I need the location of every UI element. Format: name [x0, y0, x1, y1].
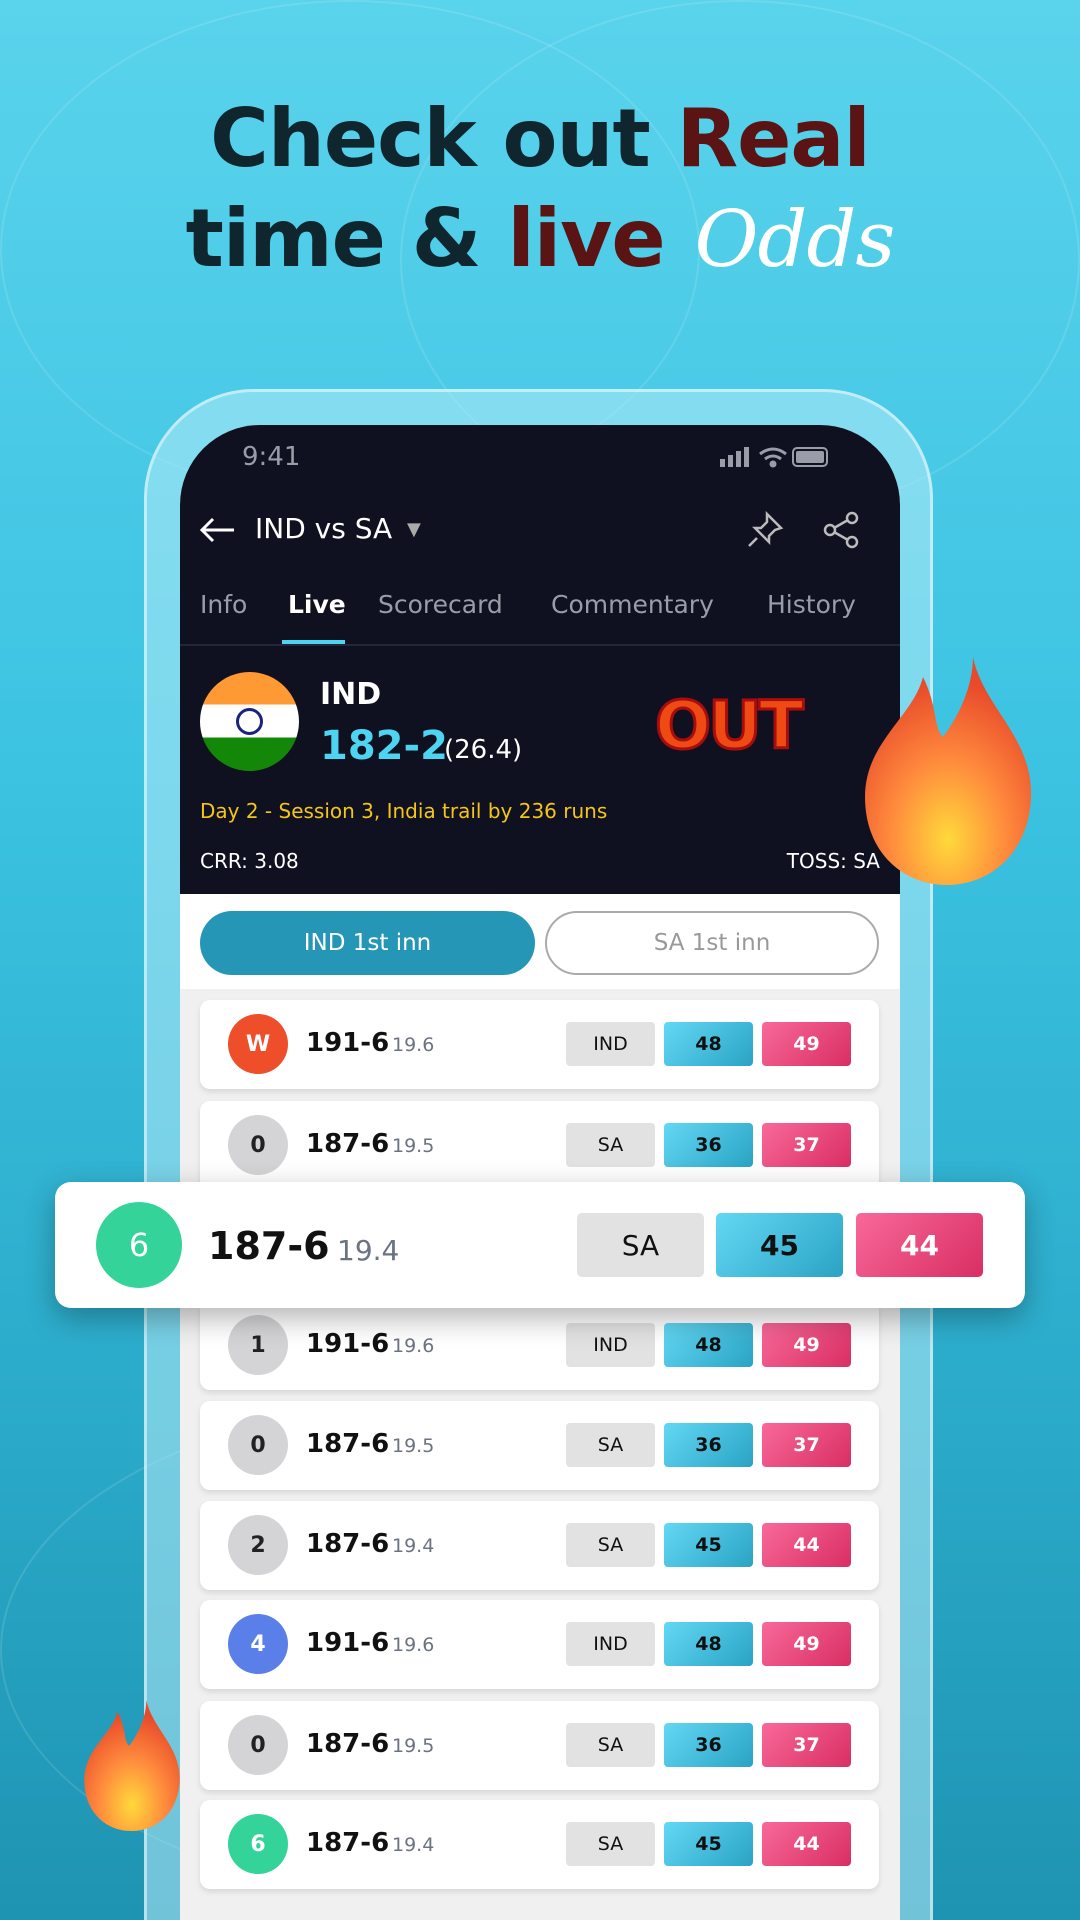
row-over: 19.6 — [392, 1335, 435, 1357]
lay-odds-button[interactable]: 44 — [762, 1523, 851, 1567]
ball-row[interactable]: 1 191-6 19.6 IND 48 49 — [200, 1301, 879, 1390]
row-over: 19.4 — [392, 1535, 435, 1557]
ball-row[interactable]: 4 191-6 19.6 IND 48 49 — [200, 1600, 879, 1689]
row-over: 19.6 — [392, 1034, 435, 1056]
row-over: 19.4 — [392, 1834, 435, 1856]
match-status: Day 2 - Session 3, India trail by 236 ru… — [200, 799, 608, 823]
row-team: SA — [577, 1213, 704, 1277]
row-over: 19.5 — [392, 1735, 435, 1757]
wifi-icon — [759, 447, 787, 468]
headline-text: time & — [185, 192, 508, 285]
team-overs: (26.4) — [444, 735, 523, 765]
headline-text: live — [507, 192, 665, 285]
ball-row[interactable]: 2 187-6 19.4 SA 45 44 — [200, 1501, 879, 1590]
ball-result-badge: 6 — [228, 1814, 288, 1874]
tab-live[interactable]: Live — [288, 590, 346, 619]
back-odds-button[interactable]: 48 — [664, 1622, 753, 1666]
ball-result-badge: 4 — [228, 1614, 288, 1674]
row-team: SA — [566, 1123, 655, 1167]
row-team: IND — [566, 1323, 655, 1367]
back-odds-button[interactable]: 36 — [664, 1123, 753, 1167]
phone-screen: 9:41 IND vs SA ▼ Info Live Scorecard Com… — [180, 425, 900, 1920]
headline-line2: time & live Odds — [0, 192, 1080, 285]
pin-icon[interactable] — [745, 510, 785, 550]
flame-icon — [865, 657, 1032, 885]
row-score: 191-6 — [306, 1628, 390, 1658]
ball-result-badge: 1 — [228, 1315, 288, 1375]
back-odds-button[interactable]: 45 — [664, 1822, 753, 1866]
row-over: 19.5 — [392, 1435, 435, 1457]
row-team: SA — [566, 1423, 655, 1467]
back-odds-button[interactable]: 36 — [664, 1423, 753, 1467]
tab-info[interactable]: Info — [200, 590, 247, 619]
row-team: IND — [566, 1022, 655, 1066]
back-odds-button[interactable]: 48 — [664, 1323, 753, 1367]
row-score: 187-6 — [208, 1224, 330, 1268]
back-odds-button[interactable]: 36 — [664, 1723, 753, 1767]
lay-odds-button[interactable]: 49 — [762, 1323, 851, 1367]
headline-text: Real — [676, 92, 871, 185]
highlighted-ball-row[interactable]: 6 187-6 19.4 SA 45 44 — [55, 1182, 1025, 1308]
status-icons — [720, 447, 828, 468]
row-team: SA — [566, 1822, 655, 1866]
back-odds-button[interactable]: 45 — [716, 1213, 843, 1277]
row-over: 19.4 — [337, 1234, 400, 1267]
lay-odds-button[interactable]: 44 — [762, 1822, 851, 1866]
out-badge: OUT — [654, 686, 806, 766]
status-time: 9:41 — [242, 442, 301, 472]
row-score: 187-6 — [306, 1129, 390, 1159]
match-title[interactable]: IND vs SA — [255, 512, 392, 545]
dropdown-caret-icon[interactable]: ▼ — [407, 519, 421, 540]
match-header: 9:41 IND vs SA ▼ Info Live Scorecard Com… — [180, 425, 900, 894]
row-over: 19.6 — [392, 1634, 435, 1656]
row-score: 187-6 — [306, 1429, 390, 1459]
ball-result-badge: 6 — [96, 1202, 182, 1288]
back-odds-button[interactable]: 48 — [664, 1022, 753, 1066]
innings-tab-ind[interactable]: IND 1st inn — [200, 911, 535, 975]
row-team: SA — [566, 1523, 655, 1567]
row-score: 187-6 — [306, 1529, 390, 1559]
tab-commentary[interactable]: Commentary — [551, 590, 714, 619]
battery-icon — [792, 447, 828, 467]
ball-result-badge: 0 — [228, 1415, 288, 1475]
tab-scorecard[interactable]: Scorecard — [378, 590, 503, 619]
ball-result-badge: W — [228, 1014, 288, 1074]
ball-row[interactable]: 6 187-6 19.4 SA 45 44 — [200, 1800, 879, 1889]
lay-odds-button[interactable]: 37 — [762, 1123, 851, 1167]
ball-row[interactable]: 0 187-6 19.5 SA 36 37 — [200, 1701, 879, 1790]
lay-odds-button[interactable]: 37 — [762, 1423, 851, 1467]
row-team: IND — [566, 1622, 655, 1666]
ball-row[interactable]: 0 187-6 19.5 SA 36 37 — [200, 1101, 879, 1190]
tab-history[interactable]: History — [767, 590, 856, 619]
back-odds-button[interactable]: 45 — [664, 1523, 753, 1567]
innings-tab-sa[interactable]: SA 1st inn — [545, 911, 879, 975]
headline-line1: Check out Real — [0, 92, 1080, 185]
row-score: 191-6 — [306, 1028, 390, 1058]
ball-result-badge: 2 — [228, 1515, 288, 1575]
row-score: 187-6 — [306, 1828, 390, 1858]
ball-row[interactable]: W 191-6 19.6 IND 48 49 — [200, 1000, 879, 1089]
lay-odds-button[interactable]: 37 — [762, 1723, 851, 1767]
ball-result-badge: 0 — [228, 1115, 288, 1175]
ball-result-badge: 0 — [228, 1715, 288, 1775]
lay-odds-button[interactable]: 49 — [762, 1022, 851, 1066]
signal-icon — [720, 447, 749, 467]
lay-odds-button[interactable]: 49 — [762, 1622, 851, 1666]
tab-divider — [180, 644, 900, 646]
headline-script: Odds — [694, 195, 896, 285]
row-team: SA — [566, 1723, 655, 1767]
ball-row[interactable]: 0 187-6 19.5 SA 36 37 — [200, 1401, 879, 1490]
flame-icon — [84, 1700, 180, 1831]
lay-odds-button[interactable]: 44 — [856, 1213, 983, 1277]
share-icon[interactable] — [822, 510, 862, 550]
headline-text: Check out — [210, 92, 677, 185]
row-score: 187-6 — [306, 1729, 390, 1759]
crr: CRR: 3.08 — [200, 849, 299, 873]
team-score: 182-2 — [320, 723, 448, 769]
row-over: 19.5 — [392, 1135, 435, 1157]
row-score: 191-6 — [306, 1329, 390, 1359]
india-flag-icon — [200, 672, 299, 771]
back-arrow-icon[interactable] — [198, 515, 238, 545]
team-name: IND — [320, 677, 382, 712]
